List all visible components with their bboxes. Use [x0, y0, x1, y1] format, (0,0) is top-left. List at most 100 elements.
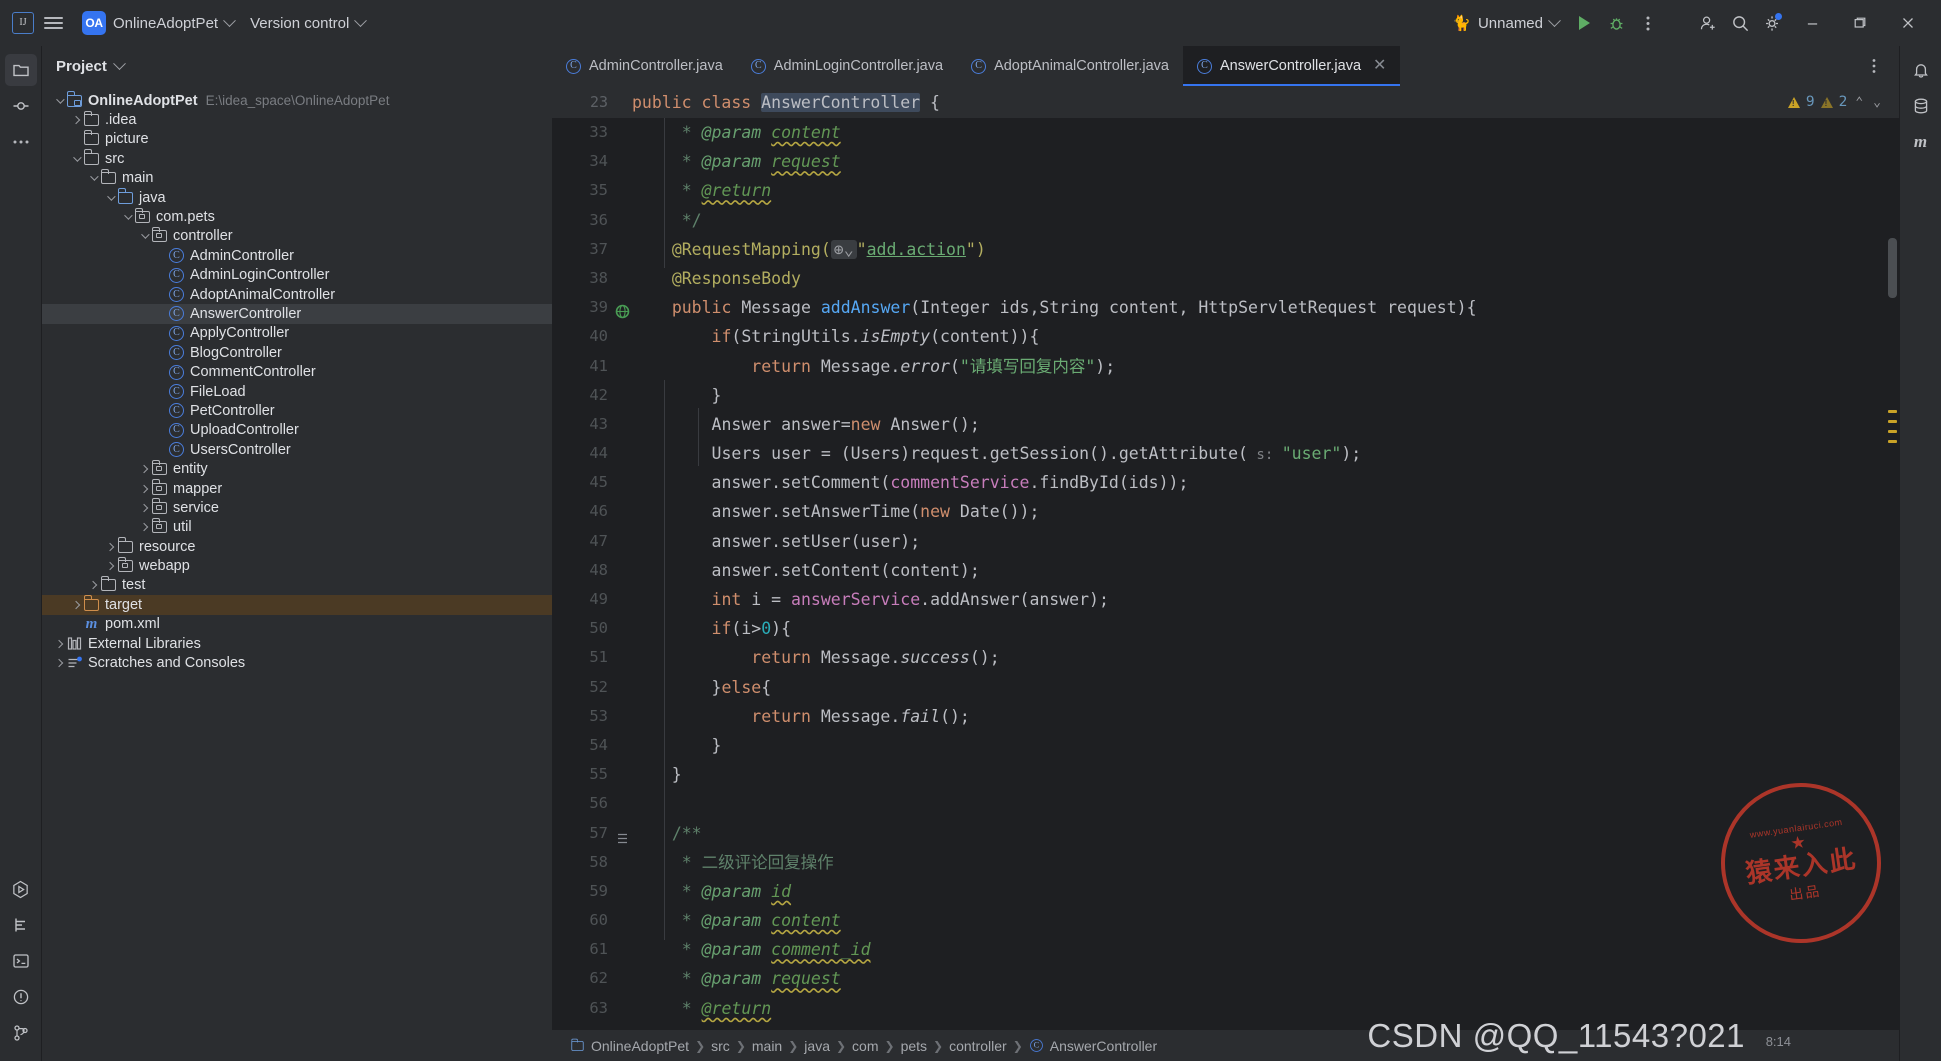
code-line-45[interactable]: answer.setComment(commentService.findByI…: [642, 468, 1899, 497]
project-widget[interactable]: OA OnlineAdoptPet: [74, 8, 242, 38]
gutter-line-39[interactable]: 39: [552, 293, 630, 322]
code-line-46[interactable]: answer.setAnswerTime(new Date());: [642, 497, 1899, 526]
editor-tab-answercontroller[interactable]: C AnswerController.java ✕: [1182, 46, 1401, 86]
chevron-down-icon[interactable]: [103, 191, 117, 205]
code-line-44[interactable]: Users user = (Users)request.getSession()…: [642, 439, 1899, 468]
chevron-right-icon[interactable]: [69, 113, 83, 127]
chevron-right-icon[interactable]: [137, 501, 151, 515]
inspection-widget[interactable]: 9 2 ⌃ ⌄: [1787, 86, 1883, 118]
gutter-line-38[interactable]: 38: [552, 264, 624, 293]
code-line-36[interactable]: */: [642, 206, 1899, 235]
gutter-line-63[interactable]: 63: [552, 994, 624, 1023]
chevron-right-icon[interactable]: [103, 559, 117, 573]
account-button[interactable]: [1693, 8, 1723, 38]
chevron-down-icon[interactable]: [137, 229, 151, 243]
scrollbar-warning-marker[interactable]: [1888, 440, 1897, 443]
tree-row-fileload[interactable]: C FileLoad: [42, 382, 552, 401]
maven-button[interactable]: m: [1905, 126, 1937, 158]
next-problem-button[interactable]: ⌄: [1871, 95, 1883, 110]
settings-button[interactable]: [1757, 8, 1787, 38]
sidebar-item-structure[interactable]: [5, 909, 37, 941]
gutter-line-41[interactable]: 41: [552, 352, 624, 381]
gutter-line-57[interactable]: 57: [552, 819, 627, 848]
tree-row-main[interactable]: main: [42, 168, 552, 188]
web-mapping-gutter-icon[interactable]: [615, 300, 630, 319]
editor-tab-adminlogincontroller[interactable]: C AdminLoginController.java: [737, 46, 957, 86]
sidebar-item-more-tools[interactable]: [5, 126, 37, 158]
tree-row-mapper[interactable]: mapper: [42, 479, 552, 498]
scrollbar-warning-marker[interactable]: [1888, 410, 1897, 413]
chevron-down-icon[interactable]: [86, 171, 100, 185]
chevron-right-icon[interactable]: [103, 540, 117, 554]
version-control-widget[interactable]: Version control: [242, 8, 373, 38]
gutter-line-45[interactable]: 45: [552, 468, 624, 497]
tree-row-external-libraries[interactable]: External Libraries: [42, 634, 552, 653]
editor-options-button[interactable]: [1859, 51, 1889, 81]
tree-row-webapp[interactable]: webapp: [42, 556, 552, 575]
close-button[interactable]: [1885, 0, 1931, 46]
breadcrumb-item-java[interactable]: java: [798, 1038, 836, 1054]
breadcrumb-item-src[interactable]: src: [705, 1038, 736, 1054]
tree-row--idea[interactable]: .idea: [42, 110, 552, 129]
app-logo[interactable]: IJ: [8, 8, 38, 38]
tree-row-java[interactable]: java: [42, 188, 552, 207]
tree-row-userscontroller[interactable]: C UsersController: [42, 440, 552, 459]
sidebar-item-problems[interactable]: [5, 981, 37, 1013]
code-line-37[interactable]: @RequestMapping(⊕⌄ "add.action"): [642, 235, 1899, 264]
tree-row-controller[interactable]: controller: [42, 226, 552, 246]
code-line-60[interactable]: * @param content: [642, 906, 1899, 935]
gutter-line-47[interactable]: 47: [552, 527, 624, 556]
tree-row-applycontroller[interactable]: C ApplyController: [42, 324, 552, 343]
gutter-line-61[interactable]: 61: [552, 935, 624, 964]
tree-row-pom-xml[interactable]: m pom.xml: [42, 615, 552, 634]
code-line-51[interactable]: return Message.success();: [642, 643, 1899, 672]
editor-tab-adoptanimalcontroller[interactable]: C AdoptAnimalController.java: [957, 46, 1183, 86]
code-line-53[interactable]: return Message.fail();: [642, 702, 1899, 731]
tree-row-petcontroller[interactable]: C PetController: [42, 401, 552, 420]
gutter-line-53[interactable]: 53: [552, 702, 624, 731]
gutter-line-54[interactable]: 54: [552, 731, 624, 760]
chevron-right-icon[interactable]: [137, 482, 151, 496]
chevron-right-icon[interactable]: [52, 656, 66, 670]
previous-problem-button[interactable]: ⌃: [1853, 95, 1865, 110]
code-line-41[interactable]: return Message.error("请填写回复内容");: [642, 352, 1899, 381]
run-configuration-selector[interactable]: 🐈 Unnamed: [1444, 8, 1567, 38]
editor-tab-admincontroller[interactable]: C AdminController.java: [552, 46, 737, 86]
code-line-42[interactable]: }: [642, 381, 1899, 410]
code-line-58[interactable]: * 二级评论回复操作: [642, 848, 1899, 877]
gutter-line-51[interactable]: 51: [552, 643, 624, 672]
tree-row-util[interactable]: util: [42, 517, 552, 537]
gutter-line-59[interactable]: 59: [552, 877, 624, 906]
tree-row-scratches-and-consoles[interactable]: Scratches and Consoles: [42, 653, 552, 672]
gutter-line-62[interactable]: 62: [552, 964, 624, 993]
gutter-line-44[interactable]: 44: [552, 439, 624, 468]
gutter-line-40[interactable]: 40: [552, 322, 624, 351]
gutter-line-36[interactable]: 36: [552, 206, 624, 235]
code-line-43[interactable]: Answer answer=new Answer();: [642, 410, 1899, 439]
breadcrumb-item-answercontroller[interactable]: C AnswerController: [1023, 1038, 1163, 1054]
code-line-55[interactable]: }: [642, 760, 1899, 789]
tree-row-answercontroller[interactable]: C AnswerController: [42, 304, 552, 324]
breadcrumb-item-controller[interactable]: controller: [943, 1038, 1013, 1054]
code-line-56[interactable]: [642, 789, 1899, 818]
tree-row-target[interactable]: target: [42, 595, 552, 615]
scrollbar-warning-marker[interactable]: [1888, 430, 1897, 433]
debug-button[interactable]: [1601, 8, 1631, 38]
code-content[interactable]: * @param content * @param request * @ret…: [624, 118, 1899, 1029]
code-line-38[interactable]: @ResponseBody: [642, 264, 1899, 293]
tree-row-com-pets[interactable]: com.pets: [42, 207, 552, 226]
run-button[interactable]: [1569, 8, 1599, 38]
breadcrumb-item-pets[interactable]: pets: [895, 1038, 933, 1054]
code-line-47[interactable]: answer.setUser(user);: [642, 527, 1899, 556]
search-everywhere-button[interactable]: [1725, 8, 1755, 38]
code-line-40[interactable]: if(StringUtils.isEmpty(content)){: [642, 322, 1899, 351]
code-line-59[interactable]: * @param id: [642, 877, 1899, 906]
gutter-line-52[interactable]: 52: [552, 673, 624, 702]
gutter-line-60[interactable]: 60: [552, 906, 624, 935]
tree-row-picture[interactable]: picture: [42, 129, 552, 149]
sidebar-item-version-control[interactable]: [5, 1017, 37, 1049]
chevron-right-icon[interactable]: [69, 598, 83, 612]
code-line-39[interactable]: public Message addAnswer(Integer ids,Str…: [642, 293, 1899, 322]
minimize-button[interactable]: [1789, 0, 1835, 46]
chevron-right-icon[interactable]: [137, 520, 151, 534]
